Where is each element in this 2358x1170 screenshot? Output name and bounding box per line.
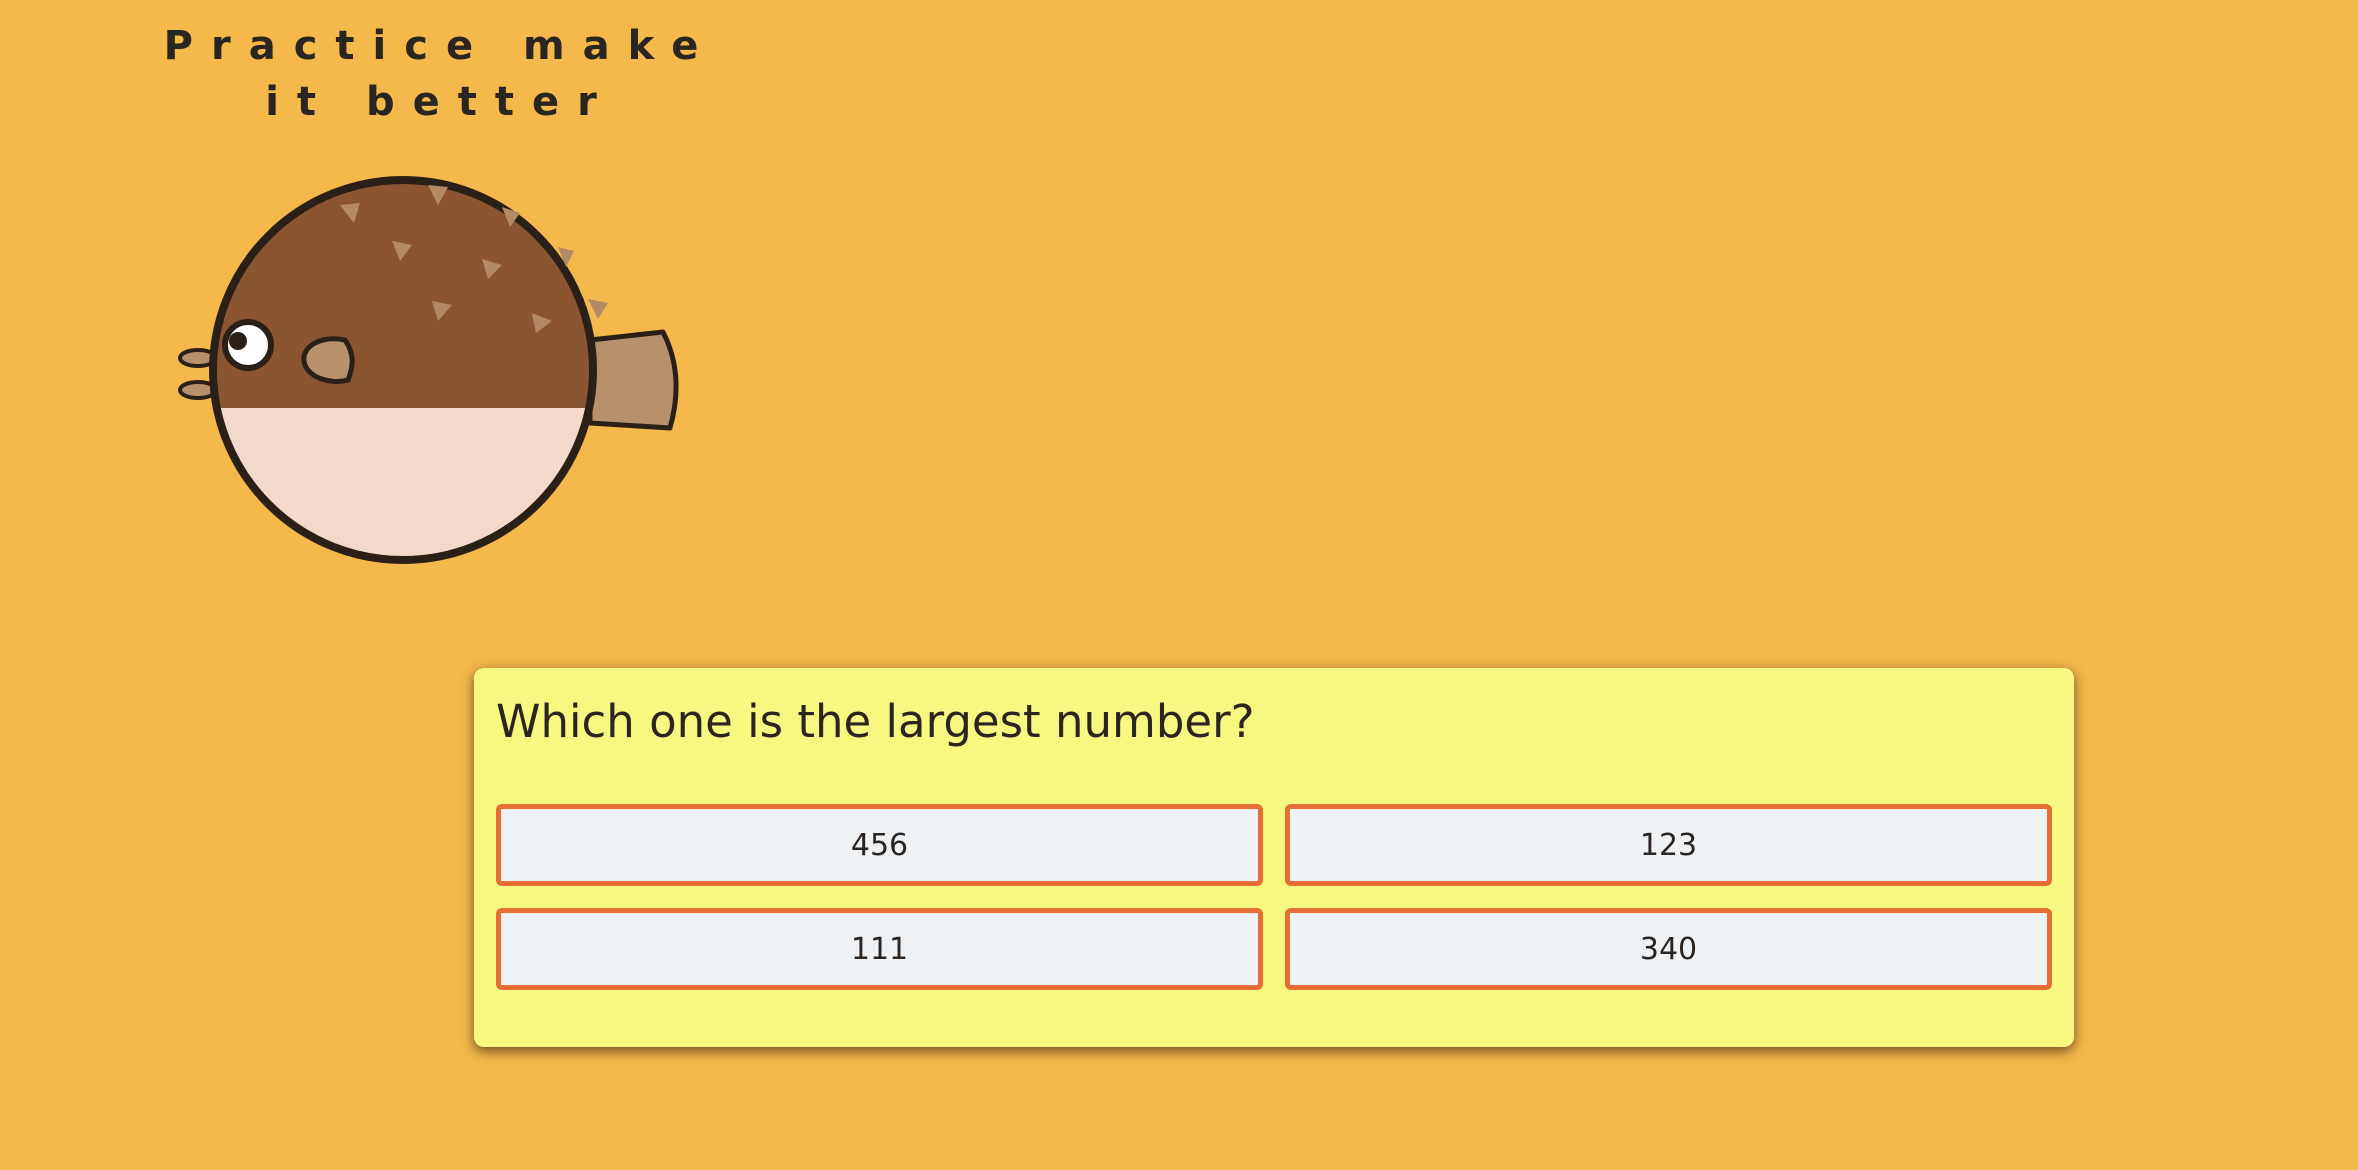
tagline-line-2: it better — [265, 79, 615, 125]
pufferfish-icon — [178, 176, 679, 564]
tagline-line-1: Practice make — [163, 23, 717, 69]
answer-button[interactable]: 123 — [1285, 804, 2052, 886]
tagline: Practice make it better — [150, 18, 730, 130]
answer-button[interactable]: 340 — [1285, 908, 2052, 990]
answer-grid: 456 123 111 340 — [496, 804, 2052, 990]
quiz-card: Which one is the largest number? 456 123… — [474, 668, 2074, 1047]
answer-button[interactable]: 456 — [496, 804, 1263, 886]
question-text: Which one is the largest number? — [496, 695, 1255, 748]
answer-button[interactable]: 111 — [496, 908, 1263, 990]
